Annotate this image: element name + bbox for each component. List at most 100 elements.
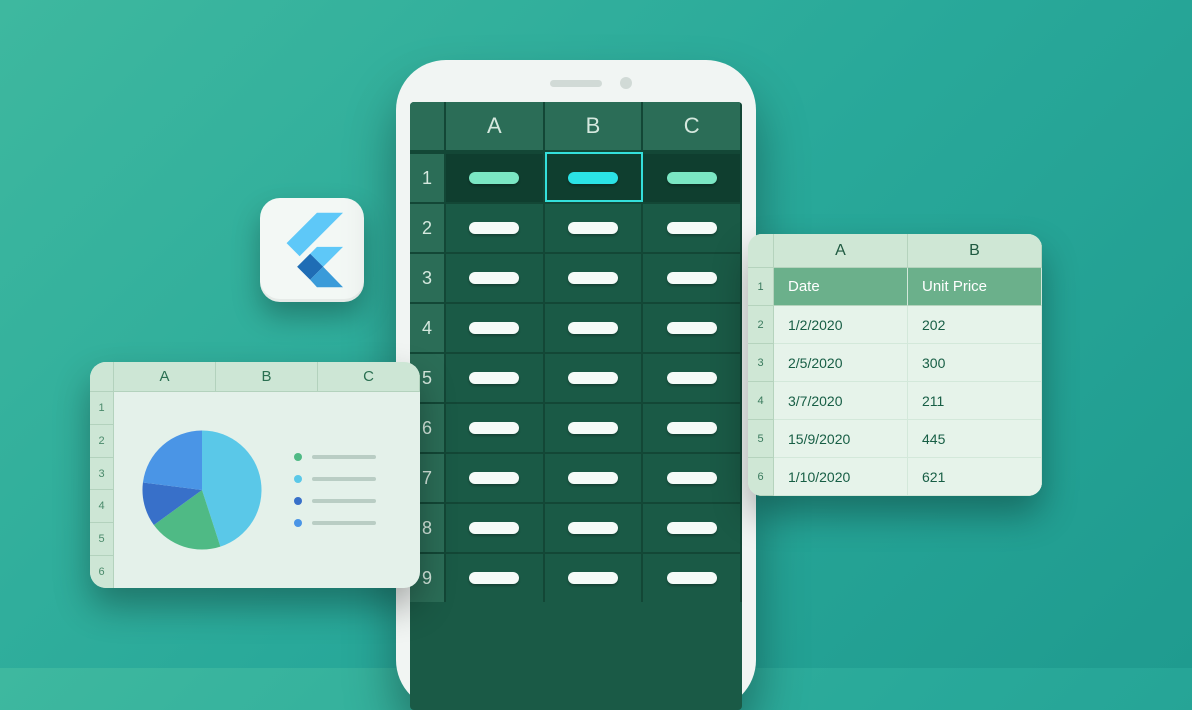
cell-content-placeholder <box>667 322 717 334</box>
column-header-a[interactable]: A <box>774 234 908 268</box>
cell-date[interactable]: 3/7/2020 <box>774 382 908 420</box>
cell[interactable] <box>643 452 742 502</box>
sheet-corner <box>410 102 446 152</box>
cell-content-placeholder <box>469 422 519 434</box>
cell-price[interactable]: 202 <box>908 306 1042 344</box>
cell-content-placeholder <box>568 222 618 234</box>
row-header[interactable]: 4 <box>410 302 446 352</box>
cell-content-placeholder <box>667 472 717 484</box>
column-header-b[interactable]: B <box>908 234 1042 268</box>
legend-dot-icon <box>294 497 302 505</box>
column-header-a[interactable]: A <box>114 362 216 392</box>
legend-dot-icon <box>294 453 302 461</box>
row-header[interactable]: 1 <box>410 152 446 202</box>
table-header-date[interactable]: Date <box>774 268 908 306</box>
cell[interactable] <box>446 452 545 502</box>
row-header[interactable]: 2 <box>90 424 114 457</box>
cell-content-placeholder <box>568 472 618 484</box>
cell[interactable] <box>643 402 742 452</box>
cell[interactable] <box>446 302 545 352</box>
cell-date[interactable]: 2/5/2020 <box>774 344 908 382</box>
cell[interactable] <box>446 502 545 552</box>
cell[interactable] <box>446 202 545 252</box>
cell[interactable] <box>545 252 644 302</box>
legend-label-placeholder <box>312 455 376 459</box>
row-header[interactable]: 6 <box>748 458 774 496</box>
cell[interactable] <box>643 352 742 402</box>
cell-date[interactable]: 1/2/2020 <box>774 306 908 344</box>
cell-content-placeholder <box>667 522 717 534</box>
column-header-b[interactable]: B <box>216 362 318 392</box>
spreadsheet-screen: A B C 1 2 3 4 5 6 <box>410 102 742 710</box>
cell[interactable] <box>545 402 644 452</box>
cell[interactable] <box>545 502 644 552</box>
cell[interactable] <box>643 202 742 252</box>
cell-content-placeholder <box>667 272 717 284</box>
row-header[interactable]: 4 <box>748 382 774 420</box>
cell-content-placeholder <box>568 372 618 384</box>
row-header[interactable]: 2 <box>410 202 446 252</box>
cell-content-placeholder <box>469 572 519 584</box>
cell-a1[interactable] <box>446 152 545 202</box>
cell-price[interactable]: 211 <box>908 382 1042 420</box>
cell-b1-selected[interactable] <box>545 152 644 202</box>
row-header[interactable]: 3 <box>410 252 446 302</box>
chart-legend <box>294 453 376 527</box>
cell[interactable] <box>545 552 644 602</box>
row-header[interactable]: 5 <box>90 522 114 555</box>
sheet-corner <box>748 234 774 268</box>
cell-price[interactable]: 300 <box>908 344 1042 382</box>
cell[interactable] <box>545 202 644 252</box>
cell-content-placeholder <box>667 222 717 234</box>
cell-price[interactable]: 445 <box>908 420 1042 458</box>
cell[interactable] <box>446 402 545 452</box>
cell-date[interactable]: 1/10/2020 <box>774 458 908 496</box>
cell-content-placeholder <box>667 572 717 584</box>
cell[interactable] <box>643 552 742 602</box>
chart-card: A B C 1 2 3 4 5 6 <box>90 362 420 588</box>
legend-item <box>294 519 376 527</box>
column-header-c[interactable]: C <box>318 362 420 392</box>
cell[interactable] <box>446 352 545 402</box>
cell-content-placeholder <box>667 172 717 184</box>
cell-c1[interactable] <box>643 152 742 202</box>
flutter-logo-icon <box>281 212 343 288</box>
cell-content-placeholder <box>469 322 519 334</box>
cell-content-placeholder <box>469 522 519 534</box>
table-header-unit-price[interactable]: Unit Price <box>908 268 1042 306</box>
row-header[interactable]: 5 <box>748 420 774 458</box>
phone-mockup: A B C 1 2 3 4 5 6 <box>396 60 756 710</box>
row-header[interactable]: 1 <box>748 268 774 306</box>
cell[interactable] <box>545 452 644 502</box>
row-header[interactable]: 3 <box>748 344 774 382</box>
column-header-a[interactable]: A <box>446 102 545 152</box>
cell-content-placeholder <box>568 422 618 434</box>
row-header[interactable]: 2 <box>748 306 774 344</box>
cell-content-placeholder <box>667 372 717 384</box>
flutter-logo-card <box>260 198 364 302</box>
legend-item <box>294 453 376 461</box>
column-header-b[interactable]: B <box>545 102 644 152</box>
cell-content-placeholder <box>568 322 618 334</box>
pie-chart-icon <box>140 428 264 552</box>
column-header-c[interactable]: C <box>643 102 742 152</box>
cell-content-placeholder <box>568 522 618 534</box>
cell-price[interactable]: 621 <box>908 458 1042 496</box>
cell[interactable] <box>446 252 545 302</box>
cell-content-placeholder <box>469 272 519 284</box>
cell[interactable] <box>643 252 742 302</box>
row-header[interactable]: 6 <box>90 555 114 588</box>
cell[interactable] <box>643 502 742 552</box>
row-header[interactable]: 3 <box>90 457 114 490</box>
legend-item <box>294 497 376 505</box>
legend-label-placeholder <box>312 499 376 503</box>
row-header[interactable]: 4 <box>90 489 114 522</box>
sheet-corner <box>90 362 114 392</box>
cell-date[interactable]: 15/9/2020 <box>774 420 908 458</box>
cell[interactable] <box>545 352 644 402</box>
row-header[interactable]: 1 <box>90 392 114 424</box>
data-table-card: A B 1 Date Unit Price 2 1/2/2020 202 3 2… <box>748 234 1042 496</box>
cell[interactable] <box>643 302 742 352</box>
cell[interactable] <box>545 302 644 352</box>
cell[interactable] <box>446 552 545 602</box>
